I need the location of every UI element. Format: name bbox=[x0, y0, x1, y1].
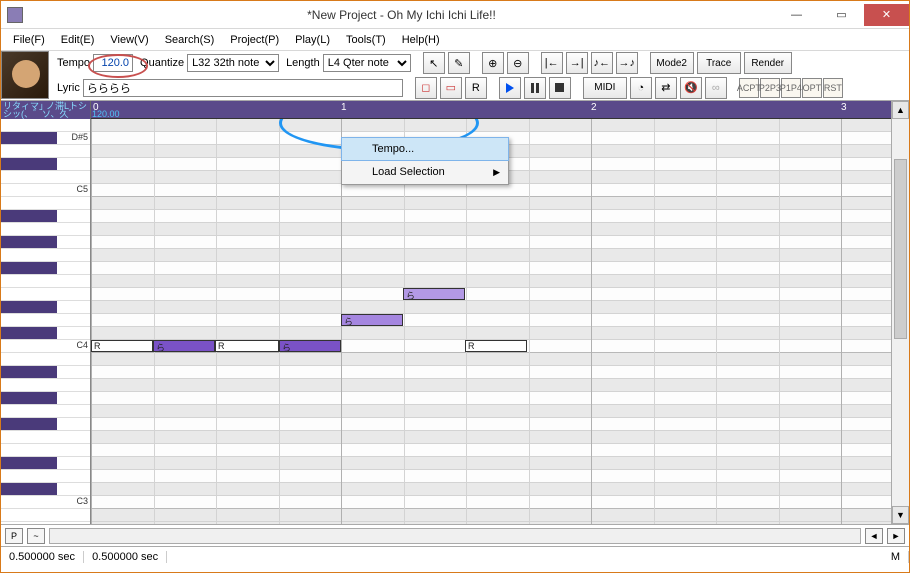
loop-button[interactable]: ⇄ bbox=[655, 77, 677, 99]
submenu-arrow-icon: ▶ bbox=[493, 167, 500, 178]
piano-keyboard[interactable]: D#5 C5 C4 bbox=[1, 119, 91, 524]
ctx-load-selection[interactable]: Load Selection▶ bbox=[342, 160, 508, 184]
voicebank-avatar[interactable] bbox=[1, 51, 49, 99]
app-icon bbox=[7, 7, 23, 23]
play-button[interactable] bbox=[499, 77, 521, 99]
tempo-input[interactable] bbox=[93, 54, 133, 72]
horizontal-scrollbar[interactable] bbox=[49, 528, 861, 544]
bar-marker-1: 1 bbox=[341, 102, 347, 113]
reset-icon[interactable]: RST bbox=[823, 78, 843, 98]
menu-project[interactable]: Project(P) bbox=[222, 31, 287, 49]
minimize-button[interactable]: — bbox=[774, 4, 819, 26]
lyric-input[interactable] bbox=[83, 79, 403, 97]
menu-file[interactable]: File(F) bbox=[5, 31, 53, 49]
insert-note-button[interactable]: ▭ bbox=[440, 77, 462, 99]
ctx-tempo[interactable]: Tempo... bbox=[341, 137, 509, 161]
context-menu: Tempo... Load Selection▶ bbox=[341, 137, 509, 185]
workspace: リタィマ｣ ノ滞Lトシ シッ(、゛ソ、久゛ D#5 C5 C4 bbox=[1, 101, 909, 524]
quantize-label: Quantize bbox=[140, 57, 184, 69]
trace-button[interactable]: Trace bbox=[697, 52, 741, 74]
stop-button[interactable] bbox=[549, 77, 571, 99]
status-time-2: 0.500000 sec bbox=[84, 551, 167, 563]
go-end-button[interactable]: →| bbox=[566, 52, 588, 74]
pause-button[interactable] bbox=[524, 77, 546, 99]
lyric-label: Lyric bbox=[57, 82, 80, 94]
go-start-button[interactable]: |← bbox=[541, 52, 563, 74]
mode2-button[interactable]: Mode2 bbox=[650, 52, 694, 74]
menubar: File(F) Edit(E) View(V) Search(S) Projec… bbox=[1, 29, 909, 51]
note-rest[interactable]: R bbox=[91, 340, 153, 352]
bottom-bar: P ~ ◄ ► bbox=[1, 524, 909, 546]
p2p3-icon[interactable]: P2P3 bbox=[760, 78, 780, 98]
note-rest[interactable]: R bbox=[215, 340, 279, 352]
scroll-down-button[interactable]: ▼ bbox=[892, 506, 909, 524]
key-label-c5: C5 bbox=[76, 184, 88, 194]
timeline-ruler[interactable]: 0 1 2 3 120.00 bbox=[91, 101, 891, 119]
pencil-tool-button[interactable]: ✎ bbox=[448, 52, 470, 74]
p1p4-icon[interactable]: P1P4 bbox=[781, 78, 801, 98]
status-bar: 0.500000 sec 0.500000 sec M bbox=[1, 546, 909, 566]
scroll-up-button[interactable]: ▲ bbox=[892, 101, 909, 119]
menu-help[interactable]: Help(H) bbox=[394, 31, 448, 49]
render-button[interactable]: Render bbox=[744, 52, 792, 74]
menu-tools[interactable]: Tools(T) bbox=[338, 31, 394, 49]
midi-button[interactable]: MIDI bbox=[583, 77, 627, 99]
mute-button[interactable]: 🔇 bbox=[680, 77, 702, 99]
note-rest[interactable]: R bbox=[465, 340, 527, 352]
opt-icon[interactable]: OPT bbox=[802, 78, 822, 98]
menu-edit[interactable]: Edit(E) bbox=[53, 31, 103, 49]
close-button[interactable]: ✕ bbox=[864, 4, 909, 26]
tempo-label: Tempo bbox=[57, 57, 90, 69]
ruler-tempo: 120.00 bbox=[92, 109, 120, 119]
note[interactable]: ら bbox=[403, 288, 465, 300]
key-label-c4: C4 bbox=[76, 340, 88, 350]
scroll-right-button[interactable]: ► bbox=[887, 528, 905, 544]
p-button[interactable]: P bbox=[5, 528, 23, 544]
status-m: M bbox=[883, 551, 909, 563]
insert-rest-button[interactable]: ◻ bbox=[415, 77, 437, 99]
scroll-left-button[interactable]: ◄ bbox=[865, 528, 883, 544]
window-title: *New Project - Oh My Ichi Ichi Life!! bbox=[29, 8, 774, 22]
track-header[interactable]: リタィマ｣ ノ滞Lトシ シッ(、゛ソ、久゛ bbox=[1, 101, 91, 119]
key-label-c3: C3 bbox=[76, 496, 88, 506]
menu-search[interactable]: Search(S) bbox=[157, 31, 223, 49]
zoom-out-button[interactable]: ⊖ bbox=[507, 52, 529, 74]
note[interactable]: ら bbox=[341, 314, 403, 326]
toolbar: Tempo Quantize L32 32th note Length L4 Q… bbox=[1, 51, 909, 101]
link-button[interactable]: ∞ bbox=[705, 77, 727, 99]
menu-play[interactable]: Play(L) bbox=[287, 31, 338, 49]
note[interactable]: ら bbox=[279, 340, 341, 352]
key-label-dsh5: D#5 bbox=[71, 132, 88, 142]
tilde-button[interactable]: ~ bbox=[27, 528, 45, 544]
length-select[interactable]: L4 Qter note bbox=[323, 54, 411, 72]
refresh-button[interactable]: R bbox=[465, 77, 487, 99]
prev-note-button[interactable]: ♪← bbox=[591, 52, 613, 74]
length-label: Length bbox=[286, 57, 320, 69]
note[interactable]: ら bbox=[153, 340, 215, 352]
vertical-scrollbar[interactable]: ▲ ▼ bbox=[891, 101, 909, 524]
next-note-button[interactable]: →♪ bbox=[616, 52, 638, 74]
metronome-button[interactable]: ◔ bbox=[630, 77, 652, 99]
menu-view[interactable]: View(V) bbox=[102, 31, 156, 49]
status-time-1: 0.500000 sec bbox=[1, 551, 84, 563]
zoom-in-button[interactable]: ⊕ bbox=[482, 52, 504, 74]
pointer-tool-button[interactable]: ↖ bbox=[423, 52, 445, 74]
acpt-icon[interactable]: ACPT bbox=[739, 78, 759, 98]
titlebar: *New Project - Oh My Ichi Ichi Life!! — … bbox=[1, 1, 909, 29]
maximize-button[interactable]: ▭ bbox=[819, 4, 864, 26]
bar-marker-2: 2 bbox=[591, 102, 597, 113]
quantize-select[interactable]: L32 32th note bbox=[187, 54, 279, 72]
scroll-thumb[interactable] bbox=[894, 159, 907, 339]
bar-marker-3: 3 bbox=[841, 102, 847, 113]
piano-roll-grid[interactable]: Tempo... Load Selection▶ (function(){ co… bbox=[91, 119, 891, 524]
